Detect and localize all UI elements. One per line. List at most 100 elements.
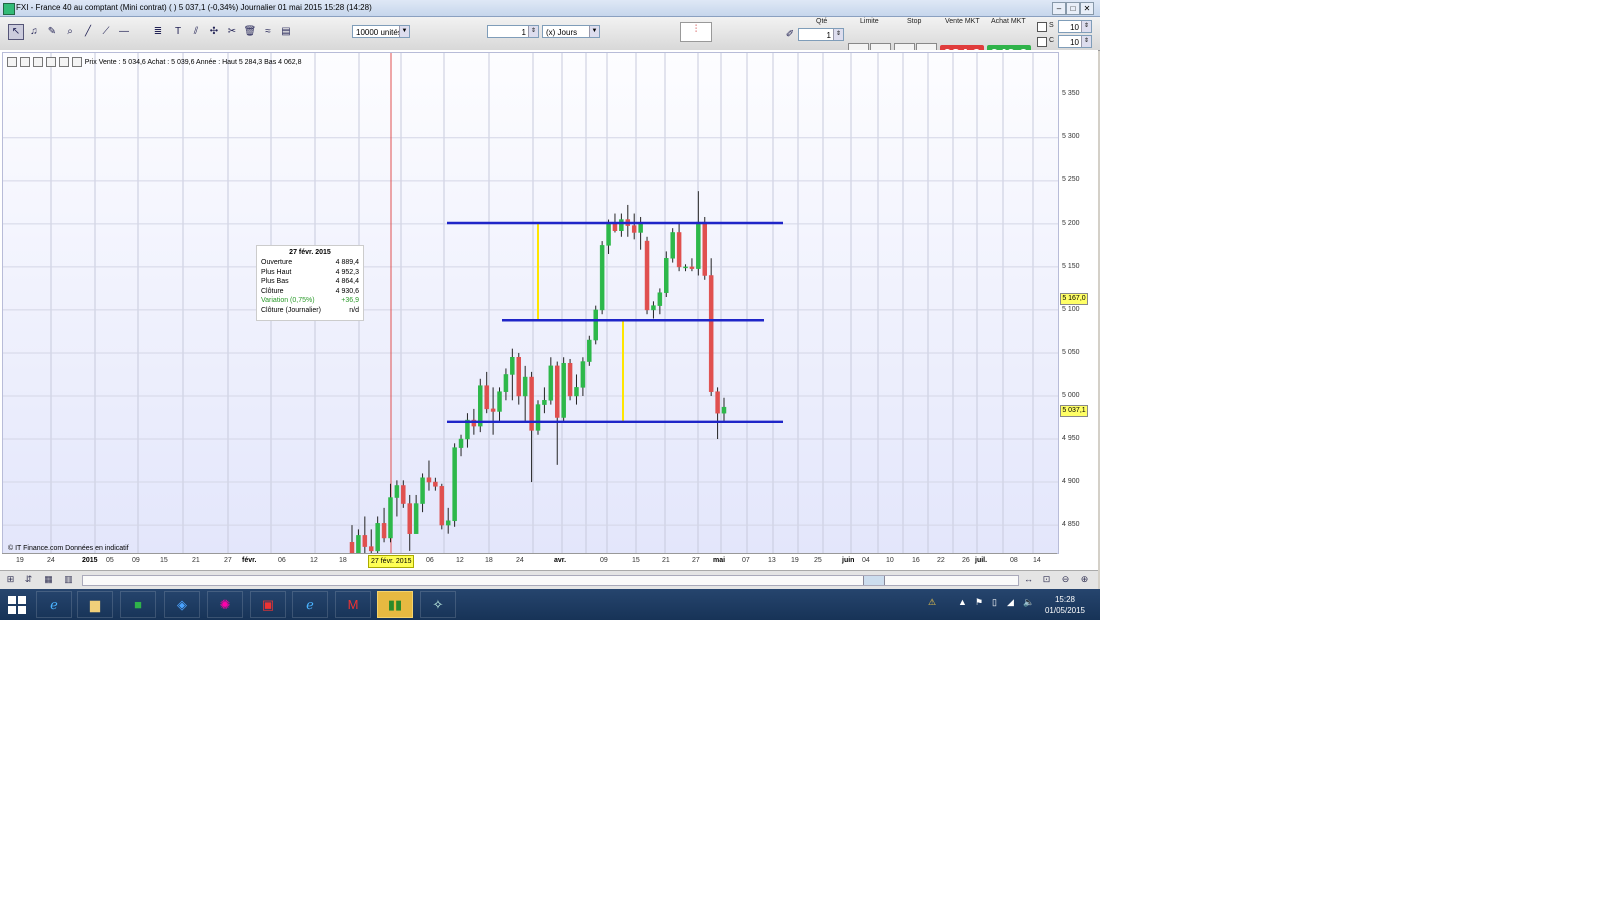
price-chart[interactable] <box>3 53 1058 553</box>
channel-tool-icon[interactable]: ⫽ <box>188 24 204 40</box>
x-tick-label: 21 <box>662 557 670 564</box>
zoom-in-icon[interactable]: ⊕ <box>1078 573 1091 586</box>
x-tick-label: 06 <box>426 557 434 564</box>
pointer-tool-icon[interactable]: ↖ <box>8 24 24 40</box>
chart-type-icon[interactable]: ⫶ <box>680 22 712 42</box>
flag-icon[interactable]: ⚑ <box>975 597 983 608</box>
candle-body <box>458 438 464 448</box>
trading-taskbar-icon[interactable]: ▮▮ <box>377 591 413 618</box>
mcafee-taskbar-icon[interactable]: M <box>335 591 371 618</box>
x-tick-label: 18 <box>339 557 347 564</box>
list-icon[interactable]: ▦ <box>42 573 55 586</box>
scrollbar-thumb[interactable] <box>863 576 885 585</box>
candle-body <box>683 266 688 269</box>
horizontal-scrollbar[interactable] <box>82 575 1019 586</box>
minimize-button[interactable]: – <box>1052 2 1066 15</box>
x-tick-label: avr. <box>554 557 567 564</box>
maximize-button[interactable]: □ <box>1066 2 1080 15</box>
x-tick-label: 19 <box>791 557 799 564</box>
app-taskbar-icon[interactable]: ▣ <box>250 591 286 618</box>
alert-bell-icon[interactable]: ♫ <box>26 24 42 40</box>
trendline-tool-icon[interactable]: ⟋ <box>98 24 114 40</box>
scissors-tool-icon[interactable]: ✂ <box>224 24 240 40</box>
y-tick-label: 4 950 <box>1062 435 1080 442</box>
tooltip-row: Plus Haut 4 952,3 <box>257 268 363 278</box>
zoom-out-icon[interactable]: ⊖ <box>1059 573 1072 586</box>
zoom-fit-icon[interactable]: ⊡ <box>1040 573 1053 586</box>
tooltip-row-value: 4 864,4 <box>335 278 359 285</box>
candle-body <box>721 406 727 414</box>
period-unit-select[interactable]: (x) Jours ▼ <box>542 25 600 38</box>
lock-icon[interactable] <box>32 57 43 67</box>
ie-taskbar-icon[interactable]: ℯ <box>36 591 72 618</box>
templates-icon[interactable]: ▤ <box>278 24 294 40</box>
tools-taskbar-icon[interactable]: ✧ <box>420 591 456 618</box>
close-chart-icon[interactable] <box>58 57 69 67</box>
x-tick-label: 26 <box>962 557 970 564</box>
chevron-down-icon: ▼ <box>399 26 409 37</box>
candle-body <box>599 245 605 311</box>
clock[interactable]: 15:28 01/05/2015 <box>1040 594 1090 616</box>
tray-arrow-icon[interactable]: ▲ <box>958 597 967 607</box>
tooltip-row-value: 4 889,4 <box>335 259 359 266</box>
explorer-taskbar-icon[interactable]: ▆ <box>77 591 113 618</box>
qty-field[interactable]: 1 ⇕ <box>798 28 844 41</box>
indicators-icon[interactable]: ≈ <box>260 24 276 40</box>
pen-tool-icon[interactable]: ✎ <box>44 24 60 40</box>
x-tick-label: 27 févr. 2015 <box>368 555 415 568</box>
fit-icon[interactable]: ↔ <box>1022 573 1035 586</box>
network-icon[interactable]: ◢ <box>1007 597 1014 608</box>
period-value: 1 <box>521 28 526 37</box>
x-tick-label: mai <box>713 557 726 564</box>
photos-taskbar-icon[interactable]: ✺ <box>207 591 243 618</box>
clock-date: 01/05/2015 <box>1044 606 1086 615</box>
compare-icon[interactable]: ⇵ <box>22 573 35 586</box>
c-checkbox[interactable] <box>1037 37 1047 47</box>
s-checkbox[interactable] <box>1037 22 1047 32</box>
x-tick-label: 15 <box>160 557 168 564</box>
delete-tool-icon[interactable]: 🗑 <box>242 24 258 40</box>
price-tag-level: 5 167,0 <box>1060 293 1088 305</box>
notification-icon[interactable]: ⚠ <box>928 597 936 608</box>
x-tick-label: 24 <box>516 557 524 564</box>
c-value-field[interactable]: 10 ⇕ <box>1058 35 1092 48</box>
close-button[interactable]: ✕ <box>1080 2 1094 15</box>
volume-icon[interactable]: 🔈 <box>1023 597 1034 608</box>
tooltip-row-label: Variation (0,75%) <box>261 297 315 304</box>
print-icon[interactable] <box>45 57 56 67</box>
s-value-field[interactable]: 10 ⇕ <box>1058 20 1092 33</box>
price-mode-icon[interactable] <box>7 57 17 67</box>
add-chart-icon[interactable] <box>71 57 82 67</box>
edit-order-icon[interactable]: ✐ <box>782 27 798 43</box>
chart-area[interactable]: Prix Vente : 5 034,6 Achat : 5 039,6 Ann… <box>0 50 1098 570</box>
candle-body <box>708 275 714 392</box>
zoom-tool-icon[interactable]: ⌕ <box>62 24 78 40</box>
plot-area[interactable]: Prix Vente : 5 034,6 Achat : 5 039,6 Ann… <box>2 52 1059 554</box>
dropbox-taskbar-icon[interactable]: ◈ <box>164 591 200 618</box>
indicator-icon[interactable]: ⊞ <box>4 573 17 586</box>
units-select[interactable]: 10000 unités ▼ <box>352 25 410 38</box>
start-button[interactable] <box>8 596 26 614</box>
store-taskbar-icon[interactable]: ■ <box>120 591 156 618</box>
horizontal-line-tool-icon[interactable]: — <box>116 24 132 40</box>
candle-body <box>349 542 355 553</box>
battery-icon[interactable]: ▯ <box>992 597 997 608</box>
layout-icon[interactable]: ▥ <box>62 573 75 586</box>
app-icon <box>3 3 15 15</box>
text-tool-icon[interactable]: T <box>170 24 186 40</box>
x-tick-label: 24 <box>47 557 55 564</box>
y-tick-label: 5 000 <box>1062 392 1080 399</box>
gann-tool-icon[interactable]: ✣ <box>206 24 222 40</box>
c-label: C <box>1049 37 1055 44</box>
x-tick-label: 06 <box>278 557 286 564</box>
y-tick-label: 5 300 <box>1062 133 1080 140</box>
candle-body <box>484 385 489 410</box>
candle-body <box>535 404 541 431</box>
period-field[interactable]: 1 ⇕ <box>487 25 539 38</box>
settings-icon[interactable] <box>19 57 30 67</box>
y-tick-label: 5 250 <box>1062 176 1080 183</box>
ie-taskbar-icon-2[interactable]: ℯ <box>292 591 328 618</box>
candle-body <box>619 219 624 231</box>
line-tool-icon[interactable]: ╱ <box>80 24 96 40</box>
fibonacci-tool-icon[interactable]: ≣ <box>150 24 166 40</box>
